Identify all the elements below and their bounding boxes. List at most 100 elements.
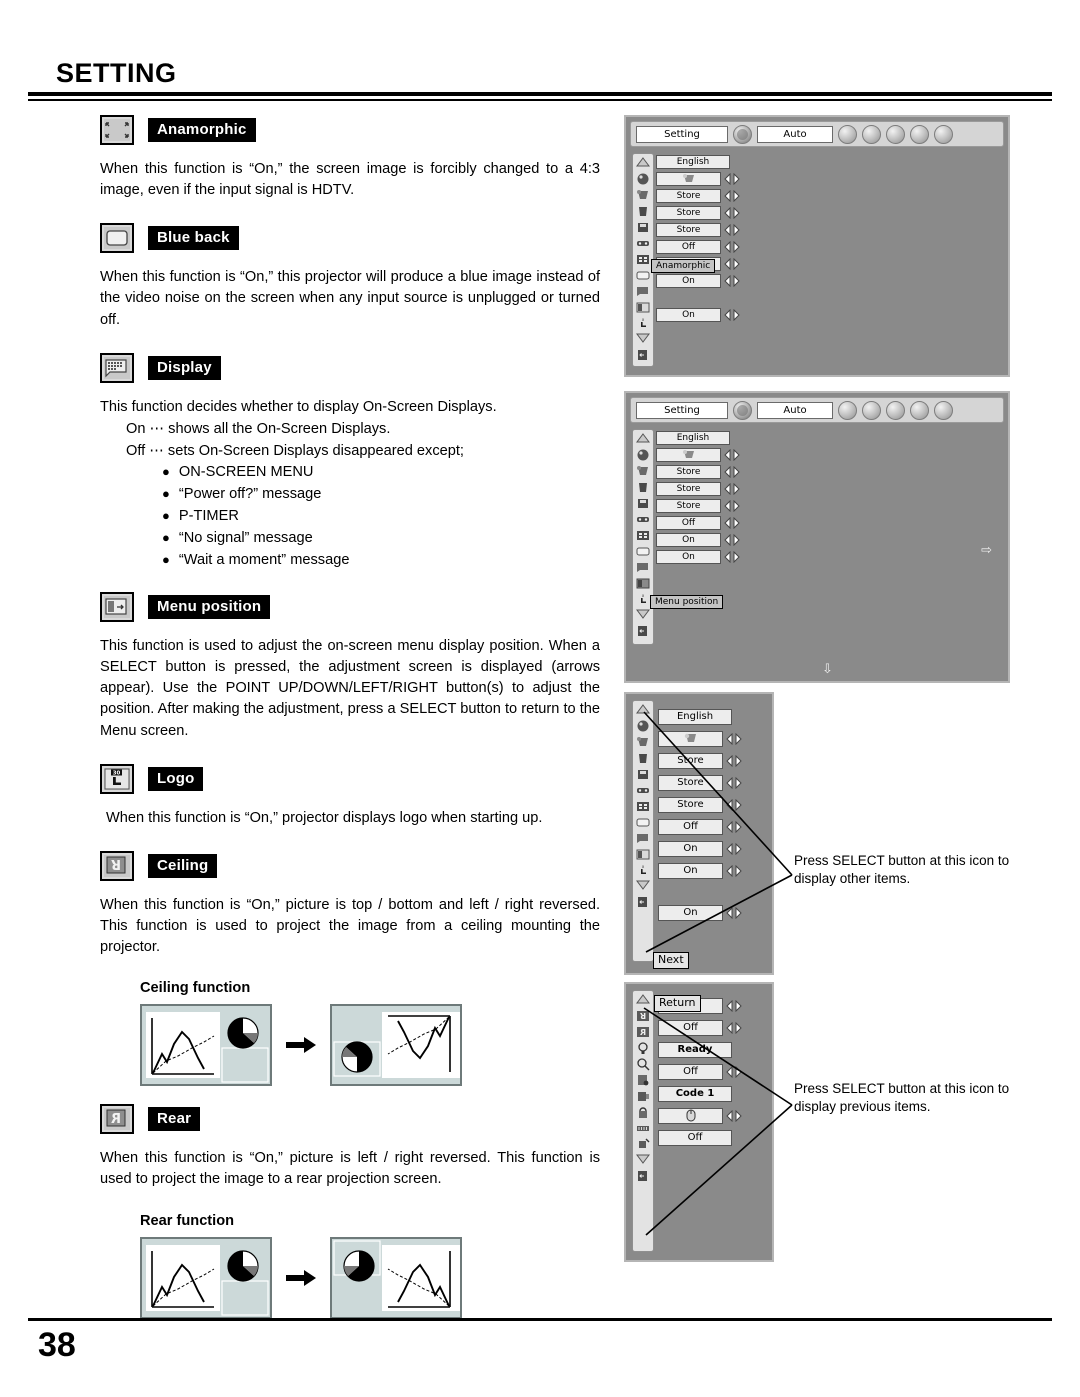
osd-row[interactable]: On [656, 308, 740, 322]
osd-row[interactable]: On [658, 840, 742, 858]
osd-row[interactable]: English [658, 708, 742, 726]
scroll-up-arrow-icon[interactable] [635, 993, 651, 1007]
osd-row[interactable] [656, 448, 740, 462]
bar-graph-icon[interactable] [838, 400, 857, 420]
language-globe-icon[interactable] [635, 172, 651, 186]
anamorphic-icon[interactable] [635, 528, 651, 542]
osd-row[interactable]: On [658, 862, 742, 880]
gear-icon[interactable] [733, 124, 752, 144]
osd-row-value[interactable]: Off [658, 1130, 732, 1146]
osd-row[interactable]: English [656, 431, 740, 445]
left-right-adjust-icon[interactable] [724, 207, 740, 219]
left-right-adjust-icon[interactable] [726, 1066, 742, 1078]
left-right-adjust-icon[interactable] [724, 517, 740, 529]
scroll-up-arrow-icon[interactable] [635, 432, 651, 446]
gear-icon[interactable] [733, 400, 752, 420]
osd-row[interactable]: Off [656, 240, 740, 254]
osd-row-value[interactable]: Store [656, 189, 721, 203]
sound-icon[interactable] [910, 124, 929, 144]
left-right-adjust-icon[interactable] [724, 500, 740, 512]
keystone-icon[interactable] [635, 188, 651, 202]
power-icon[interactable] [635, 1121, 651, 1135]
input-icon[interactable] [635, 236, 651, 250]
osd-row[interactable]: Off [658, 1063, 742, 1081]
input-icon[interactable] [635, 783, 651, 797]
display-icon[interactable] [635, 560, 651, 574]
osd-row[interactable]: Store [658, 774, 742, 792]
osd-row-value[interactable]: English [658, 709, 732, 725]
color-wheel-icon[interactable] [862, 124, 881, 144]
osd-tab-setting[interactable]: Setting [636, 401, 728, 419]
osd-row-value[interactable]: Store [656, 499, 721, 513]
osd-row-value[interactable]: Off [656, 516, 721, 530]
left-right-adjust-icon[interactable] [726, 777, 742, 789]
osd-row-value[interactable]: Store [658, 753, 723, 769]
osd-row-value[interactable]: On [658, 863, 723, 879]
left-right-adjust-icon[interactable] [724, 241, 740, 253]
keystone-icon[interactable] [656, 448, 721, 462]
osd-row-value[interactable]: Off [658, 1020, 723, 1036]
left-right-adjust-icon[interactable] [724, 534, 740, 546]
osd-row-value[interactable]: Ready [658, 1042, 732, 1058]
anamorphic-icon[interactable] [635, 799, 651, 813]
osd-tab-auto[interactable]: Auto [757, 401, 833, 419]
left-right-adjust-icon[interactable] [726, 1000, 742, 1012]
osd-row[interactable] [658, 1107, 742, 1125]
osd-row-value[interactable]: On [658, 841, 723, 857]
osd-row-value[interactable]: Store [656, 482, 721, 496]
scroll-down-arrow-icon[interactable] [635, 879, 651, 893]
ceiling-icon[interactable]: R [635, 1009, 651, 1023]
bar-graph-icon[interactable] [838, 124, 857, 144]
osd-tab-auto[interactable]: Auto [757, 125, 833, 143]
screen-icon[interactable] [886, 124, 905, 144]
language-globe-icon[interactable] [635, 719, 651, 733]
osd-row-value[interactable]: Store [658, 797, 723, 813]
osd-row-value[interactable]: Store [658, 775, 723, 791]
left-right-adjust-icon[interactable] [726, 821, 742, 833]
osd-row-value[interactable]: On [656, 274, 721, 288]
osd-row[interactable]: Store [656, 223, 740, 237]
left-right-adjust-icon[interactable] [724, 483, 740, 495]
setting-gear-icon[interactable] [934, 400, 953, 420]
blue-back-icon[interactable] [635, 544, 651, 558]
osd-row-value[interactable]: On [658, 905, 723, 921]
osd-row-value[interactable]: Store [656, 206, 721, 220]
logo-icon[interactable]: x [635, 592, 651, 606]
left-right-adjust-icon[interactable] [724, 466, 740, 478]
blue-back-icon[interactable] [635, 815, 651, 829]
sound-icon[interactable] [910, 400, 929, 420]
osd-row-value[interactable]: On [656, 308, 721, 322]
keystone-icon[interactable] [658, 731, 723, 747]
osd-row[interactable]: Ready [658, 1041, 742, 1059]
rear-icon[interactable]: R [635, 1025, 651, 1039]
osd-row[interactable]: On [656, 550, 740, 564]
menu-position-icon[interactable] [635, 300, 651, 314]
osd-row[interactable]: Off [658, 818, 742, 836]
exit-icon[interactable] [635, 624, 651, 638]
logo-icon[interactable]: x [635, 863, 651, 877]
left-right-adjust-icon[interactable] [726, 1110, 742, 1122]
left-right-adjust-icon[interactable] [724, 190, 740, 202]
left-right-adjust-icon[interactable] [726, 733, 742, 745]
left-right-adjust-icon[interactable] [724, 258, 740, 270]
osd-row[interactable]: English [656, 155, 740, 169]
osd-row[interactable]: Store [656, 465, 740, 479]
left-right-adjust-icon[interactable] [726, 843, 742, 855]
left-right-adjust-icon[interactable] [724, 275, 740, 287]
osd-row-value[interactable]: Off [658, 819, 723, 835]
menu-position-icon[interactable] [635, 576, 651, 590]
mouse-icon[interactable] [658, 1108, 723, 1124]
logo-icon[interactable]: x [635, 316, 651, 330]
osd-row[interactable]: Off [658, 1019, 742, 1037]
left-right-adjust-icon[interactable] [724, 551, 740, 563]
exit-icon[interactable] [635, 1169, 651, 1183]
trash-icon[interactable] [635, 751, 651, 765]
exit-icon[interactable] [635, 348, 651, 362]
menu-position-icon[interactable] [635, 847, 651, 861]
lamp-icon[interactable] [635, 1041, 651, 1055]
osd-row[interactable]: Off [656, 516, 740, 530]
osd-row[interactable]: Store [656, 206, 740, 220]
screen-icon[interactable] [886, 400, 905, 420]
osd-row[interactable]: Store [658, 752, 742, 770]
left-right-adjust-icon[interactable] [726, 1022, 742, 1034]
